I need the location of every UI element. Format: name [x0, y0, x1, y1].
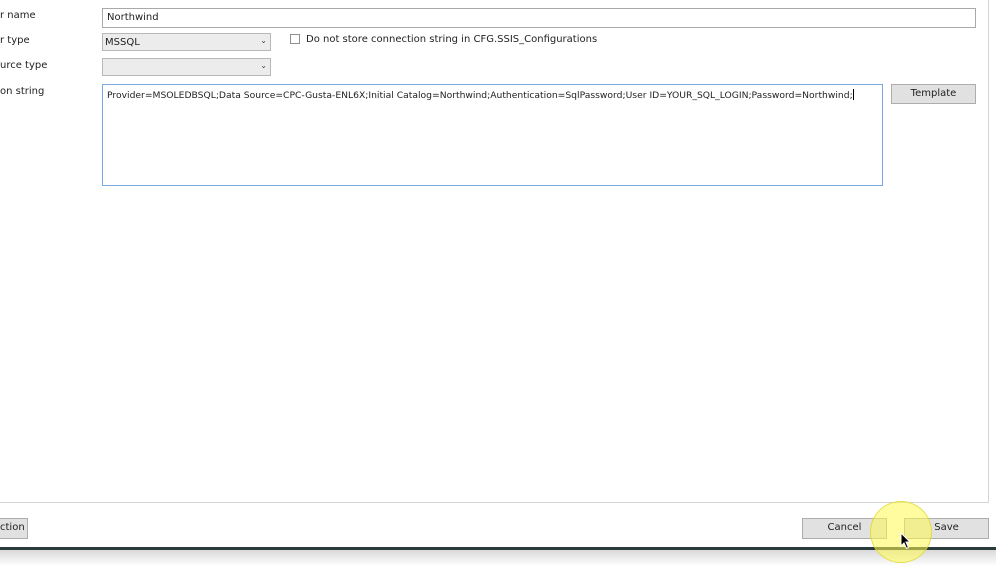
- cancel-button[interactable]: Cancel: [802, 518, 887, 539]
- connection-action-button[interactable]: ction: [0, 518, 28, 539]
- mouse-pointer-icon: [900, 532, 912, 550]
- do-not-store-label: Do not store connection string in CFG.SS…: [306, 34, 598, 45]
- source-type-select[interactable]: ⌄: [102, 58, 271, 76]
- server-name-label: r name: [0, 10, 36, 21]
- connection-string-textarea[interactable]: Provider=MSOLEDBSQL;Data Source=CPC-Gust…: [102, 84, 883, 186]
- connection-string-text: Provider=MSOLEDBSQL;Data Source=CPC-Gust…: [107, 90, 853, 101]
- template-button[interactable]: Template: [891, 84, 976, 104]
- connection-string-label: on string: [0, 86, 45, 97]
- save-button[interactable]: Save: [904, 518, 989, 539]
- server-type-select[interactable]: MSSQL ⌄: [102, 33, 271, 51]
- text-caret: [852, 89, 854, 100]
- do-not-store-checkbox[interactable]: [290, 34, 300, 44]
- server-type-value: MSSQL: [105, 37, 140, 48]
- server-type-label: r type: [0, 35, 30, 46]
- server-name-input[interactable]: Northwind: [102, 8, 976, 28]
- dialog-content-panel: r name Northwind r type MSSQL ⌄ Do not s…: [0, 0, 989, 503]
- window-shadow: [0, 550, 996, 566]
- chevron-down-icon: ⌄: [260, 61, 267, 70]
- source-type-label: urce type: [0, 60, 48, 71]
- chevron-down-icon: ⌄: [260, 36, 267, 45]
